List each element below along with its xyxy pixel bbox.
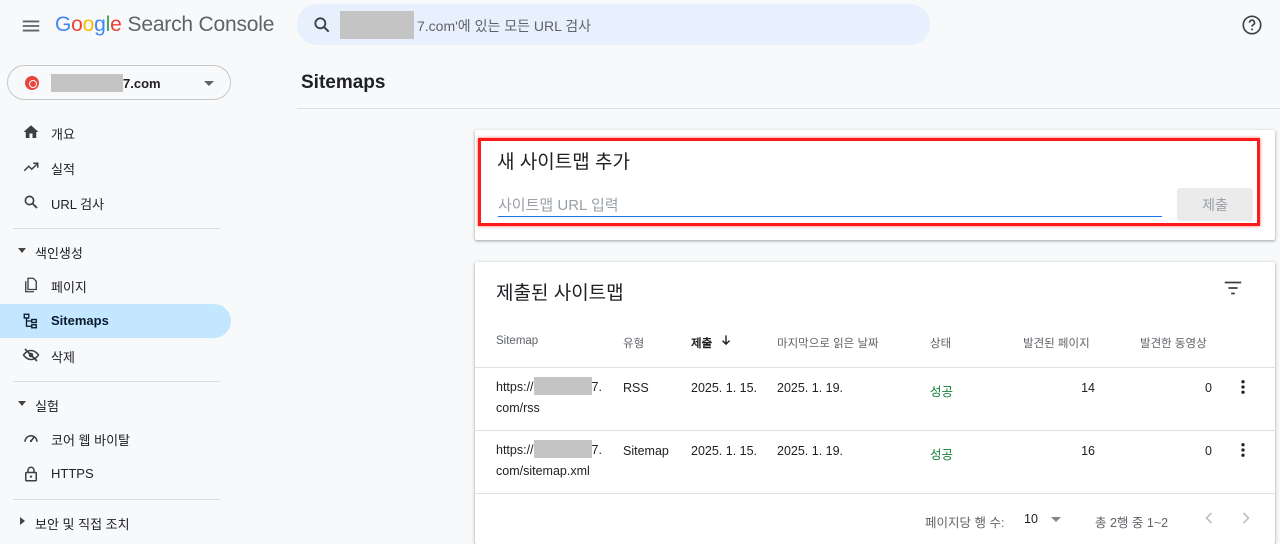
product-name: Search Console bbox=[127, 13, 275, 36]
column-header-status[interactable]: 상태 bbox=[930, 335, 951, 351]
expand-arrow-icon bbox=[20, 517, 25, 525]
column-header-type[interactable]: 유형 bbox=[623, 335, 644, 351]
sidebar-item-pages[interactable]: 페이지 bbox=[0, 268, 231, 302]
discovered-videos-count: 0 bbox=[1205, 444, 1212, 458]
property-selector[interactable]: 7.com bbox=[7, 65, 231, 100]
last-read-date: 2025. 1. 19. bbox=[777, 381, 844, 395]
sidebar-divider bbox=[13, 228, 220, 229]
submit-button[interactable]: 제출 bbox=[1177, 188, 1253, 221]
redacted-domain bbox=[533, 377, 592, 395]
redacted-domain bbox=[533, 440, 592, 458]
search-icon bbox=[24, 195, 38, 209]
sitemap-type: Sitemap bbox=[623, 444, 669, 458]
filter-icon[interactable] bbox=[1222, 277, 1244, 299]
sidebar-item-https[interactable]: HTTPS bbox=[0, 457, 231, 491]
chevron-down-icon bbox=[204, 81, 214, 86]
column-header-sitemap[interactable]: Sitemap bbox=[496, 335, 538, 347]
sidebar-item-url-inspection[interactable]: URL 검사 bbox=[0, 185, 231, 219]
chevron-right-icon[interactable] bbox=[1236, 508, 1256, 528]
lock-icon bbox=[25, 466, 37, 482]
collapse-arrow-icon bbox=[18, 248, 26, 253]
sidebar-section-security[interactable]: 보안 및 직접 조치 bbox=[0, 507, 231, 537]
table-divider bbox=[475, 493, 1275, 494]
redacted-domain bbox=[340, 11, 414, 39]
site-favicon-icon bbox=[25, 76, 39, 90]
sitemap-type: RSS bbox=[623, 381, 649, 395]
speed-icon bbox=[24, 435, 38, 443]
sitemap-url[interactable]: https://7. com/rss bbox=[496, 377, 606, 419]
rows-per-page-select[interactable]: 10 bbox=[1024, 512, 1038, 526]
more-vert-icon[interactable] bbox=[1234, 378, 1252, 396]
column-header-discovered-videos[interactable]: 발견한 동영상 bbox=[1140, 335, 1207, 351]
sidebar-section-indexing[interactable]: 색인생성 bbox=[0, 236, 231, 266]
sidebar-section-experience[interactable]: 실험 bbox=[0, 389, 231, 419]
property-domain: 7.com bbox=[123, 76, 161, 91]
column-header-last-read[interactable]: 마지막으로 읽은 날짜 bbox=[777, 335, 879, 351]
trending-up-icon bbox=[23, 162, 39, 172]
help-icon[interactable] bbox=[1241, 14, 1263, 36]
submitted-date: 2025. 1. 15. bbox=[691, 444, 758, 458]
search-icon bbox=[314, 17, 330, 33]
google-search-console-logo[interactable]: Google Search Console bbox=[55, 13, 274, 37]
search-placeholder: 7.com'에 있는 모든 URL 검사 bbox=[417, 18, 592, 34]
home-icon bbox=[23, 125, 39, 138]
visibility-off-icon bbox=[22, 348, 40, 362]
sitemap-url-input[interactable] bbox=[498, 195, 1162, 217]
more-vert-icon[interactable] bbox=[1234, 441, 1252, 459]
sidebar-item-removals[interactable]: 삭제 bbox=[0, 338, 231, 372]
collapse-arrow-icon bbox=[18, 401, 26, 406]
discovered-videos-count: 0 bbox=[1205, 381, 1212, 395]
sidebar-divider bbox=[13, 381, 220, 382]
status-badge: 성공 bbox=[930, 385, 954, 399]
column-header-discovered-pages[interactable]: 발견된 페이지 bbox=[1023, 335, 1090, 351]
column-header-submitted[interactable]: 제출 bbox=[691, 335, 712, 351]
sidebar-item-performance[interactable]: 실적 bbox=[0, 150, 231, 184]
redacted-domain bbox=[51, 74, 123, 92]
last-read-date: 2025. 1. 19. bbox=[777, 444, 844, 458]
sidebar-item-overview[interactable]: 개요 bbox=[0, 115, 231, 149]
sidebar-item-core-web-vitals[interactable]: 코어 웹 바이탈 bbox=[0, 421, 231, 455]
chevron-down-icon[interactable] bbox=[1051, 517, 1061, 522]
table-divider bbox=[475, 430, 1275, 431]
submitted-date: 2025. 1. 15. bbox=[691, 381, 758, 395]
status-badge: 성공 bbox=[930, 448, 954, 462]
discovered-pages-count: 14 bbox=[1081, 381, 1095, 395]
page-title: Sitemaps bbox=[301, 72, 386, 93]
sitemap-url[interactable]: https://7. com/sitemap.xml bbox=[496, 440, 606, 482]
sidebar-item-sitemaps[interactable]: Sitemaps bbox=[0, 304, 231, 338]
sitemap-icon bbox=[23, 313, 37, 329]
url-inspect-search[interactable]: 7.com'에 있는 모든 URL 검사 bbox=[297, 4, 930, 45]
chevron-left-icon[interactable] bbox=[1199, 508, 1219, 528]
table-divider bbox=[475, 367, 1275, 368]
add-sitemap-title: 새 사이트맵 추가 bbox=[497, 152, 630, 173]
pagination-range: 총 2행 중 1~2 bbox=[1095, 516, 1169, 530]
arrow-down-icon[interactable] bbox=[719, 333, 733, 347]
top-bar: Google Search Console 7.com'에 있는 모든 URL 검… bbox=[0, 0, 1280, 52]
submitted-sitemaps-title: 제출된 사이트맵 bbox=[496, 283, 624, 304]
menu-icon[interactable] bbox=[20, 15, 42, 37]
discovered-pages-count: 16 bbox=[1081, 444, 1095, 458]
rows-per-page-label: 페이지당 행 수: bbox=[925, 516, 1005, 530]
title-divider bbox=[297, 108, 1280, 109]
sidebar-divider bbox=[13, 499, 220, 500]
pages-icon bbox=[25, 277, 37, 293]
